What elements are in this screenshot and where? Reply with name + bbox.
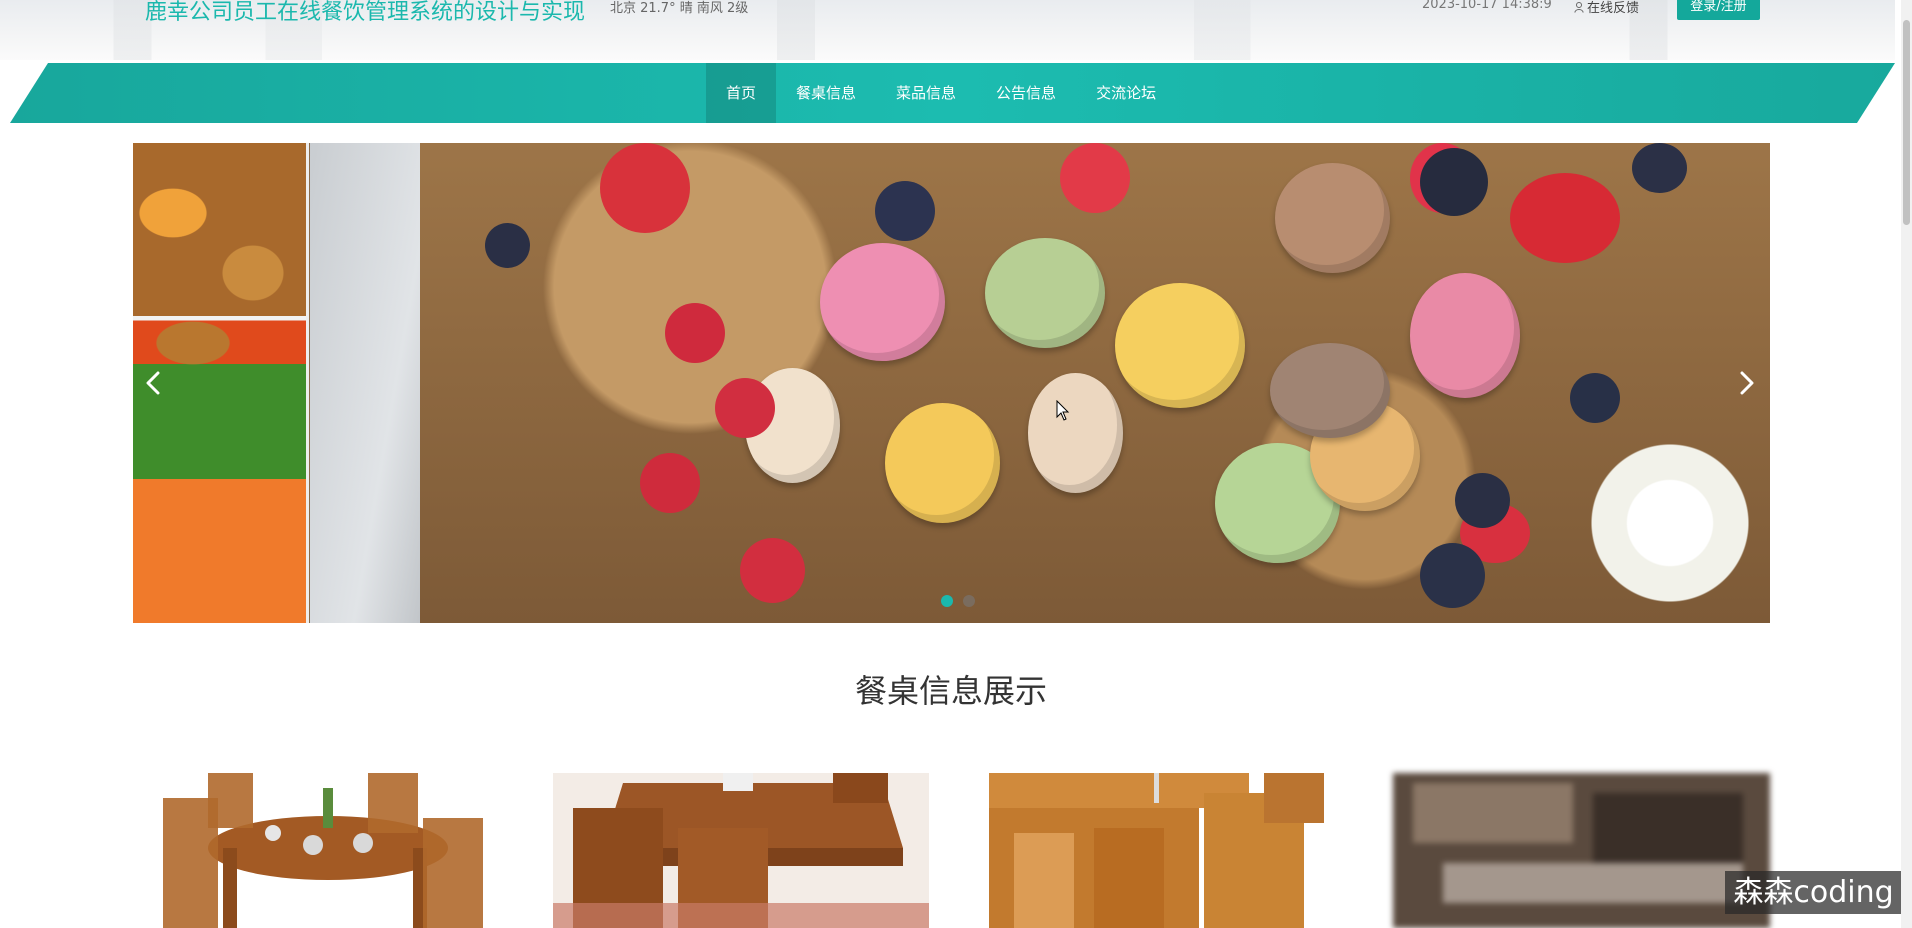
carousel-dot-1[interactable] (941, 595, 953, 607)
chevron-right-icon[interactable] (1732, 365, 1762, 401)
table-card-2[interactable] (553, 773, 929, 928)
blueberry-image (485, 223, 530, 268)
macaron-image (1275, 163, 1390, 273)
raspberry-image (1510, 173, 1620, 263)
nav-item-tables[interactable]: 餐桌信息 (776, 63, 876, 123)
raspberry-image (640, 453, 700, 513)
blueberry-image (1420, 148, 1488, 216)
raspberry-image (740, 538, 805, 603)
datetime: 2023-10-17 14:38:9 (1422, 0, 1552, 12)
raspberry-image (600, 143, 690, 233)
top-header: 鹿幸公司员工在线餐饮管理系统的设计与实现 北京 21.7° 晴 南风 2级 20… (0, 0, 1895, 60)
watermark: 森森coding (1725, 871, 1902, 914)
blueberry-image (875, 181, 935, 241)
feedback-link[interactable]: 在线反馈 (1574, 0, 1639, 16)
table-card-4[interactable] (1393, 773, 1770, 928)
nav-item-forum[interactable]: 交流论坛 (1076, 63, 1176, 123)
slide-divider (306, 143, 309, 623)
raspberry-image (665, 303, 725, 363)
raspberry-image (715, 378, 775, 438)
site-title: 鹿幸公司员工在线餐饮管理系统的设计与实现 (145, 0, 586, 25)
user-icon (1574, 2, 1584, 13)
blueberry-image (1570, 373, 1620, 423)
carousel-indicators (941, 595, 975, 607)
nav-item-notices[interactable]: 公告信息 (976, 63, 1076, 123)
carousel-dot-2[interactable] (963, 595, 975, 607)
nav-item-dishes[interactable]: 菜品信息 (876, 63, 976, 123)
nav-item-home[interactable]: 首页 (706, 63, 777, 123)
chevron-left-icon[interactable] (138, 365, 168, 401)
feedback-label: 在线反馈 (1587, 1, 1640, 16)
macaron-image (820, 243, 945, 361)
page: 鹿幸公司员工在线餐饮管理系统的设计与实现 北京 21.7° 晴 南风 2级 20… (0, 0, 1912, 928)
scrollbar-thumb[interactable] (1903, 20, 1910, 225)
table-card-3[interactable] (974, 773, 1339, 928)
banner-carousel[interactable] (133, 143, 1770, 623)
raspberry-image (1060, 143, 1130, 213)
macaron-image (985, 238, 1105, 348)
table-image (1393, 773, 1770, 928)
macaron-image (1410, 273, 1520, 398)
login-register-button[interactable]: 登录/注册 (1677, 0, 1760, 20)
section-title: 餐桌信息展示 (854, 672, 1047, 710)
main-nav: 首页 餐桌信息 菜品信息 公告信息 交流论坛 (706, 63, 1176, 123)
macaron-image (1270, 343, 1390, 438)
table-image (133, 773, 513, 928)
macaron-image (1115, 283, 1245, 408)
carousel-slide-macarons (310, 143, 1770, 623)
blueberry-image (1632, 143, 1687, 193)
table-card-1[interactable] (133, 773, 513, 928)
weather-info: 北京 21.7° 晴 南风 2级 (610, 1, 749, 16)
table-image (974, 773, 1339, 928)
table-image (553, 773, 929, 928)
flower-image (1570, 423, 1770, 623)
page-scrollbar[interactable] (1901, 0, 1912, 928)
mouse-cursor-icon (1056, 400, 1070, 421)
macaron-image (885, 403, 1000, 523)
blueberry-image (1455, 473, 1510, 528)
macaron-image (1028, 373, 1123, 493)
blueberry-image (1420, 543, 1485, 608)
